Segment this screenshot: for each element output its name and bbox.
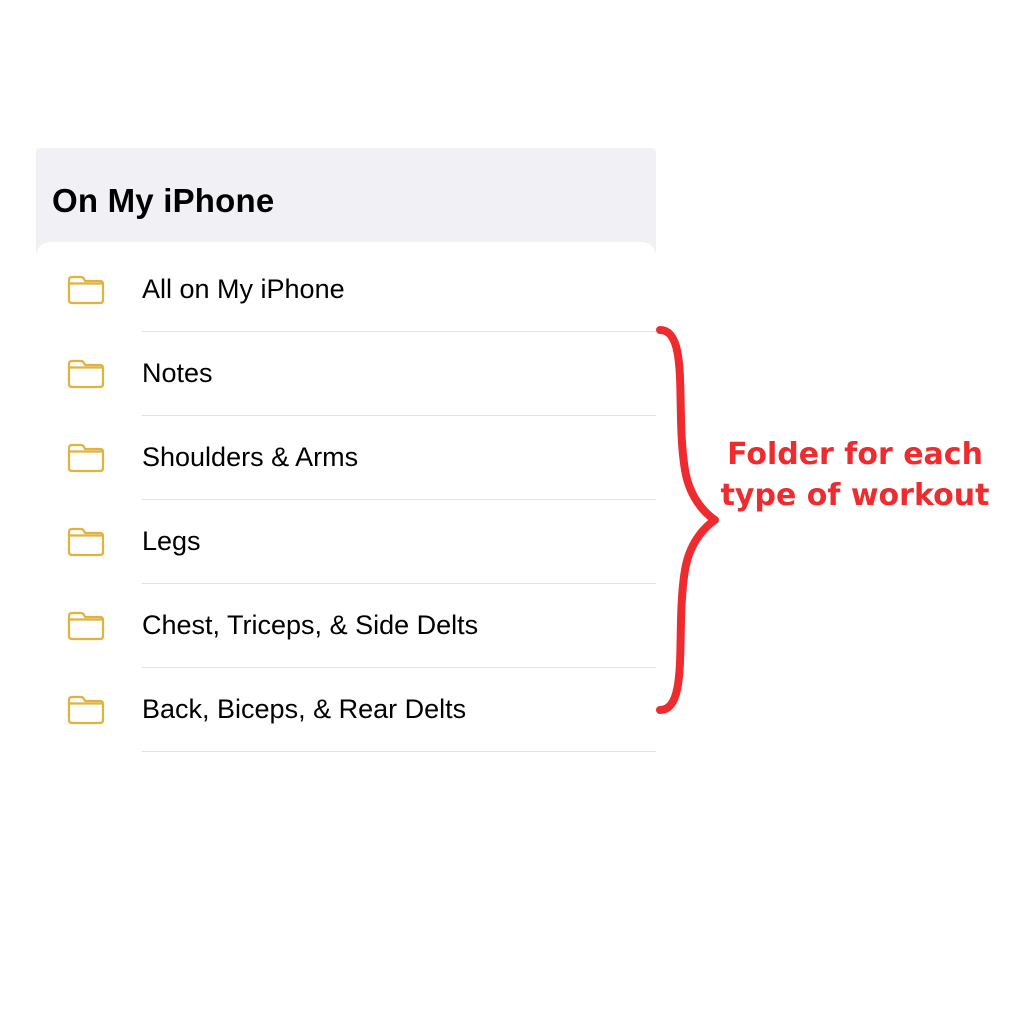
folder-icon — [66, 442, 118, 474]
folder-row-back-biceps-rear-delts[interactable]: Back, Biceps, & Rear Delts — [36, 668, 656, 751]
folder-label: Notes — [142, 358, 213, 389]
folder-label: Chest, Triceps, & Side Delts — [142, 610, 478, 641]
folder-row-all-on-my-iphone[interactable]: All on My iPhone — [36, 248, 656, 331]
row-divider — [142, 751, 656, 752]
folder-row-chest-triceps-side-delts[interactable]: Chest, Triceps, & Side Delts — [36, 584, 656, 667]
folder-label: Legs — [142, 526, 201, 557]
folder-row-legs[interactable]: Legs — [36, 500, 656, 583]
folder-row-notes[interactable]: Notes — [36, 332, 656, 415]
folder-icon — [66, 694, 118, 726]
folder-icon — [66, 274, 118, 306]
folders-panel: On My iPhone All on My iPhone — [36, 148, 656, 752]
folder-label: Shoulders & Arms — [142, 442, 358, 473]
folder-row-shoulders-arms[interactable]: Shoulders & Arms — [36, 416, 656, 499]
folder-label: All on My iPhone — [142, 274, 345, 305]
folder-label: Back, Biceps, & Rear Delts — [142, 694, 466, 725]
folder-list: All on My iPhone Notes — [36, 242, 656, 752]
curly-brace-icon — [645, 320, 725, 720]
folder-icon — [66, 526, 118, 558]
folder-icon — [66, 358, 118, 390]
annotation-text: Folder for each type of workout — [715, 435, 995, 516]
stage: On My iPhone All on My iPhone — [0, 0, 1024, 1024]
section-title: On My iPhone — [36, 148, 656, 242]
folder-icon — [66, 610, 118, 642]
